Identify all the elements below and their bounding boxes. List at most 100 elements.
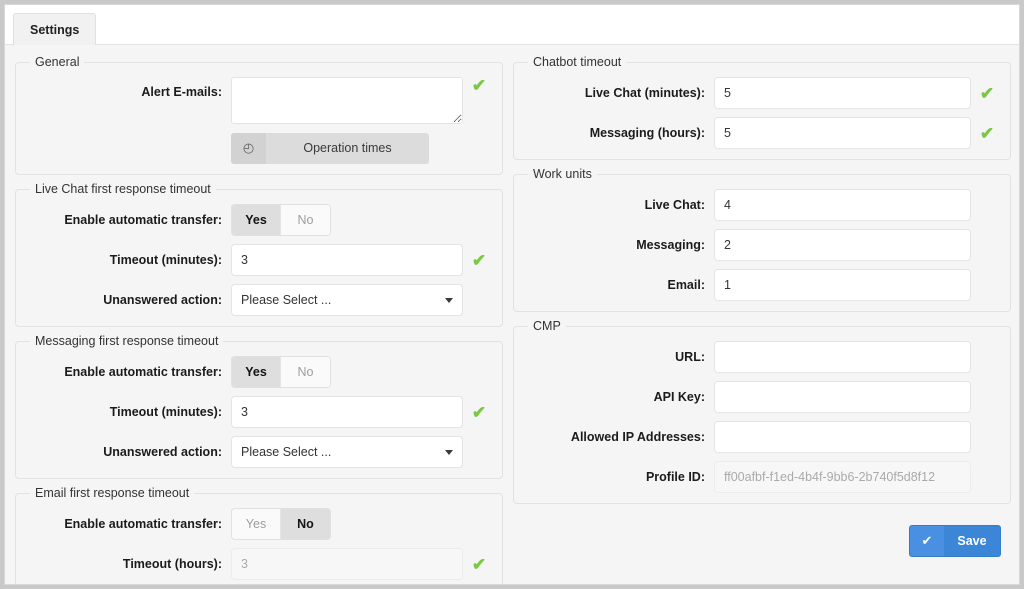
msg-action-control: Please Select ...: [231, 436, 463, 468]
msg-timeout-valid-icon: ✔: [471, 402, 487, 422]
tab-bar: Settings: [5, 5, 1019, 45]
wu-messaging-row: Messaging: 2: [524, 229, 1000, 261]
lc-enable-control: Yes No: [231, 204, 463, 236]
cb-livechat-control: 5: [714, 77, 971, 109]
alert-emails-input[interactable]: [231, 77, 463, 124]
msg-enable-label: Enable automatic transfer:: [64, 365, 222, 379]
work-units-group: Work units Live Chat: 4 Messaging: 2 Ema…: [513, 167, 1011, 312]
cb-messaging-input[interactable]: 5: [714, 117, 971, 149]
lc-action-row: Unanswered action: Please Select ...: [26, 284, 492, 316]
em-enable-yes[interactable]: Yes: [232, 509, 281, 539]
chatbot-timeout-group: Chatbot timeout Live Chat (minutes): 5 ✔…: [513, 55, 1011, 160]
lc-timeout-label: Timeout (minutes):: [109, 253, 222, 267]
email-timeout-legend: Email first response timeout: [35, 486, 190, 500]
msg-timeout-row: Timeout (minutes): 3 ✔: [26, 396, 492, 428]
cb-livechat-valid-icon: ✔: [979, 83, 995, 103]
wu-messaging-control: 2: [714, 229, 971, 261]
msg-timeout-input[interactable]: 3: [231, 396, 463, 428]
em-timeout-control: 3: [231, 548, 463, 580]
tab-settings-label: Settings: [30, 22, 80, 37]
save-bar: ✔ Save: [909, 525, 1001, 557]
cmp-allowedip-control: [714, 421, 971, 453]
general-group: General Alert E-mails: ✔ ◴ Operation tim…: [15, 55, 503, 175]
cb-messaging-valid-icon: ✔: [979, 123, 995, 143]
lc-action-select[interactable]: Please Select ...: [231, 284, 463, 316]
em-enable-valid-spacer: [466, 516, 492, 533]
save-button[interactable]: ✔ Save: [909, 525, 1001, 557]
msg-action-value: Please Select ...: [241, 445, 332, 459]
lc-timeout-row: Timeout (minutes): 3 ✔: [26, 244, 492, 276]
wu-email-input[interactable]: 1: [714, 269, 971, 301]
left-column: General Alert E-mails: ✔ ◴ Operation tim…: [15, 55, 503, 584]
msg-action-select[interactable]: Please Select ...: [231, 436, 463, 468]
cmp-profileid-row: Profile ID: ff00afbf-f1ed-4b4f-9bb6-2b74…: [524, 461, 1000, 493]
cmp-apikey-label: API Key:: [653, 390, 705, 404]
cmp-apikey-control: [714, 381, 971, 413]
msg-action-row: Unanswered action: Please Select ...: [26, 436, 492, 468]
cmp-url-control: [714, 341, 971, 373]
wu-livechat-input[interactable]: 4: [714, 189, 971, 221]
cmp-allowedip-label: Allowed IP Addresses:: [570, 430, 705, 444]
em-timeout-input[interactable]: 3: [231, 548, 463, 580]
msg-enable-yes[interactable]: Yes: [232, 357, 281, 387]
tab-settings[interactable]: Settings: [13, 13, 97, 45]
cmp-apikey-input[interactable]: [714, 381, 971, 413]
operation-times-button[interactable]: ◴ Operation times: [231, 132, 429, 164]
cmp-url-row: URL:: [524, 341, 1000, 373]
live-chat-timeout-group: Live Chat first response timeout Enable …: [15, 182, 503, 327]
operation-times-row: ◴ Operation times: [26, 132, 492, 164]
alert-emails-row: Alert E-mails: ✔: [26, 77, 492, 124]
cmp-profileid-input: ff00afbf-f1ed-4b4f-9bb6-2b740f5d8f12: [714, 461, 971, 493]
lc-enable-no[interactable]: No: [281, 205, 330, 235]
wu-messaging-label: Messaging:: [636, 238, 705, 252]
lc-enable-toggle[interactable]: Yes No: [231, 204, 331, 236]
cb-messaging-control: 5: [714, 117, 971, 149]
wu-email-valid-spacer: [974, 277, 1000, 294]
cmp-profileid-control: ff00afbf-f1ed-4b4f-9bb6-2b740f5d8f12: [714, 461, 971, 493]
cmp-apikey-row: API Key:: [524, 381, 1000, 413]
cb-livechat-input[interactable]: 5: [714, 77, 971, 109]
msg-enable-control: Yes No: [231, 356, 463, 388]
msg-enable-no[interactable]: No: [281, 357, 330, 387]
cb-livechat-row: Live Chat (minutes): 5 ✔: [524, 77, 1000, 109]
cmp-apikey-valid-spacer: [974, 389, 1000, 406]
msg-timeout-label: Timeout (minutes):: [109, 405, 222, 419]
em-enable-control: Yes No: [231, 508, 463, 540]
lc-timeout-input[interactable]: 3: [231, 244, 463, 276]
settings-window: Settings General Alert E-mails: ✔ ◴ Oper…: [4, 4, 1020, 585]
wu-messaging-valid-spacer: [974, 237, 1000, 254]
messaging-timeout-group: Messaging first response timeout Enable …: [15, 334, 503, 479]
cb-messaging-row: Messaging (hours): 5 ✔: [524, 117, 1000, 149]
lc-enable-yes[interactable]: Yes: [232, 205, 281, 235]
cmp-profileid-label: Profile ID:: [645, 470, 705, 484]
lc-timeout-control: 3: [231, 244, 463, 276]
msg-enable-toggle[interactable]: Yes No: [231, 356, 331, 388]
lc-action-control: Please Select ...: [231, 284, 463, 316]
cmp-allowedip-input[interactable]: [714, 421, 971, 453]
wu-email-label: Email:: [667, 278, 705, 292]
right-column: Chatbot timeout Live Chat (minutes): 5 ✔…: [513, 55, 1011, 557]
em-timeout-label: Timeout (hours):: [122, 557, 222, 571]
chevron-down-icon: [445, 450, 453, 455]
alert-emails-label: Alert E-mails:: [141, 85, 222, 99]
msg-enable-row: Enable automatic transfer: Yes No: [26, 356, 492, 388]
lc-enable-valid-spacer: [466, 212, 492, 229]
save-button-label: Save: [957, 534, 987, 548]
cmp-legend: CMP: [533, 319, 561, 333]
lc-action-value: Please Select ...: [241, 293, 332, 307]
msg-action-label: Unanswered action:: [103, 445, 222, 459]
lc-timeout-valid-icon: ✔: [471, 250, 487, 270]
cmp-url-input[interactable]: [714, 341, 971, 373]
em-enable-no[interactable]: No: [281, 509, 330, 539]
settings-page: General Alert E-mails: ✔ ◴ Operation tim…: [5, 45, 1019, 584]
work-units-legend: Work units: [533, 167, 592, 181]
em-enable-row: Enable automatic transfer: Yes No: [26, 508, 492, 540]
em-enable-toggle[interactable]: Yes No: [231, 508, 331, 540]
live-chat-timeout-legend: Live Chat first response timeout: [35, 182, 211, 196]
wu-messaging-input[interactable]: 2: [714, 229, 971, 261]
wu-livechat-valid-spacer: [974, 197, 1000, 214]
check-icon: ✔: [910, 526, 944, 556]
lc-action-label: Unanswered action:: [103, 293, 222, 307]
msg-enable-valid-spacer: [466, 364, 492, 381]
cmp-allowedip-valid-spacer: [974, 429, 1000, 446]
